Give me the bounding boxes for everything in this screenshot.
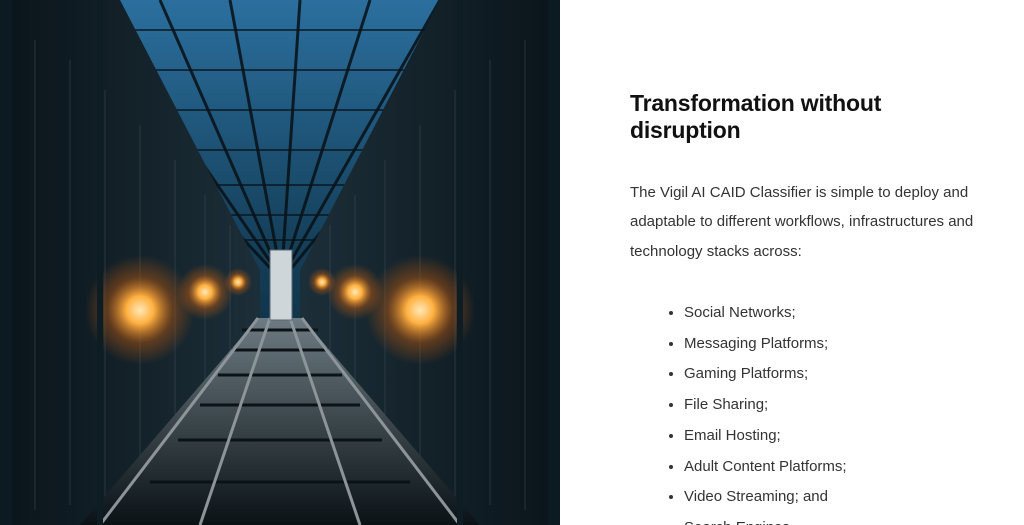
hero-image xyxy=(0,0,560,525)
feature-list: Social Networks; Messaging Platforms; Ga… xyxy=(630,298,976,525)
page-layout: Transformation without disruption The Vi… xyxy=(0,0,1024,525)
list-item: Email Hosting; xyxy=(684,421,976,452)
list-item: Gaming Platforms; xyxy=(684,359,976,390)
list-item: Messaging Platforms; xyxy=(684,329,976,360)
list-item: Adult Content Platforms; xyxy=(684,452,976,483)
section-heading: Transformation without disruption xyxy=(630,90,976,144)
list-item: Search Engines. xyxy=(684,513,976,525)
content-column: Transformation without disruption The Vi… xyxy=(560,0,1024,525)
list-item: Social Networks; xyxy=(684,298,976,329)
intro-paragraph: The Vigil AI CAID Classifier is simple t… xyxy=(630,178,976,266)
list-item: Video Streaming; and xyxy=(684,482,976,513)
list-item: File Sharing; xyxy=(684,390,976,421)
